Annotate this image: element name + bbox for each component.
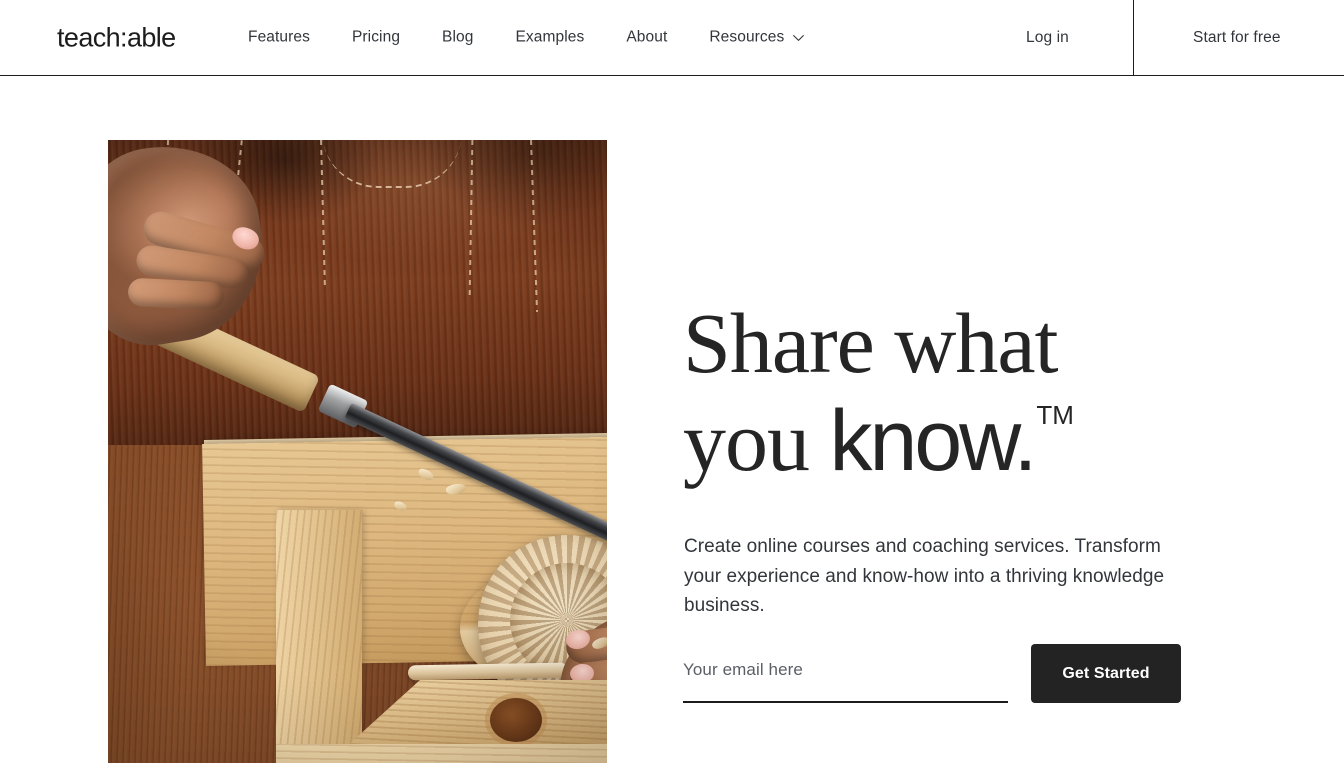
headline-line-1: Share what [683,295,1058,391]
headline-line-2-prefix: you [683,393,830,490]
header-vertical-divider [1133,0,1134,75]
hero-subcopy: Create online courses and coaching servi… [684,536,1165,616]
nav-item-blog[interactable]: Blog [442,22,473,53]
header-inner: teach:able Features Pricing Blog Example… [0,0,1344,75]
get-started-button[interactable]: Get Started [1031,644,1181,703]
page-title: Share what you know.TM [683,294,1223,490]
nav-label-examples: Examples [515,28,585,46]
nav-label-resources: Resources [709,28,785,46]
trademark-mark: TM [1036,400,1074,431]
photo-layer-bottom-board [276,744,607,763]
photo-layer-post [276,510,362,763]
photo-left-finger [127,277,225,311]
nav-item-examples[interactable]: Examples [515,22,584,53]
start-for-free-link[interactable]: Start for free [1193,29,1281,47]
signup-form: Get Started [683,644,1183,704]
nav-label-blog: Blog [442,28,474,46]
primary-nav: Features Pricing Blog Examples About Res… [248,22,805,53]
hero-section: Share what you know.TM Create online cou… [0,76,1344,763]
brand-logo[interactable]: teach:able [57,24,176,51]
chevron-down-icon [793,35,805,42]
photo-dowel-rod [407,662,569,681]
email-input[interactable] [683,644,1008,703]
page-root: teach:able Features Pricing Blog Example… [0,0,1344,763]
headline-emphasis-word: know. [829,393,1038,490]
hero-photo [108,140,607,763]
nav-label-features: Features [248,28,310,46]
photo-stage [108,140,607,763]
nav-item-features[interactable]: Features [248,22,310,53]
site-header: teach:able Features Pricing Blog Example… [0,0,1344,76]
nav-label-about: About [626,28,668,46]
nav-item-resources[interactable]: Resources [709,22,805,53]
nav-label-pricing: Pricing [351,28,401,46]
photo-wood-knot [490,698,542,742]
nav-item-pricing[interactable]: Pricing [352,22,400,53]
login-link[interactable]: Log in [1026,29,1069,47]
nav-item-about[interactable]: About [626,22,667,53]
